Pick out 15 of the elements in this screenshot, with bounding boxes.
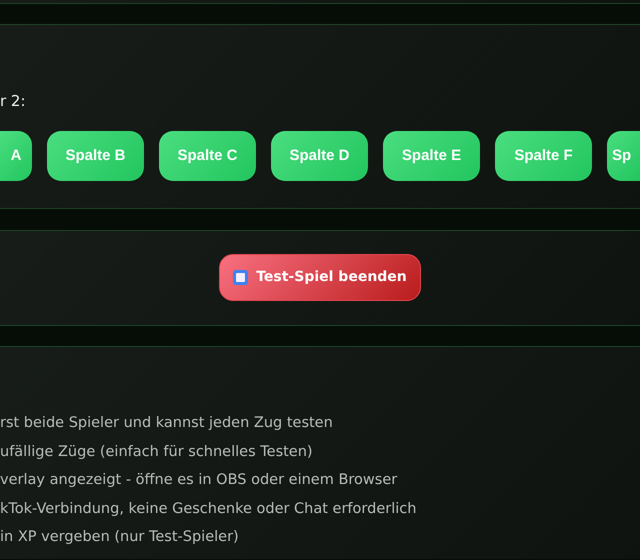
column-button[interactable]: Sp — [607, 131, 640, 181]
column-button[interactable]: A — [0, 131, 32, 181]
column-button[interactable]: Spalte B — [47, 131, 144, 181]
info-text: kTok-Verbindung, keine Geschenke oder Chat erforderlich — [0, 500, 416, 517]
column-button[interactable]: Spalte C — [159, 131, 256, 181]
info-text: rst beide Spieler und kannst jeden Zug testen — [0, 415, 333, 431]
info-text: in XP vergeben (nur Test-Spieler) — [0, 529, 239, 546]
info-text: ufällige Züge (einfach für schnelles Testen) — [0, 444, 313, 460]
info-text: verlay angezeigt - öffne es in OBS oder einem Browser — [0, 472, 398, 488]
column-button[interactable]: Spalte D — [271, 131, 368, 181]
column-button[interactable]: Spalte F — [495, 131, 592, 181]
column-prompt: r 2: — [0, 92, 26, 110]
end-test-game-button[interactable]: Test-Spiel beenden — [219, 254, 421, 301]
stop-icon — [233, 270, 248, 285]
column-button[interactable]: Spalte E — [383, 131, 480, 181]
